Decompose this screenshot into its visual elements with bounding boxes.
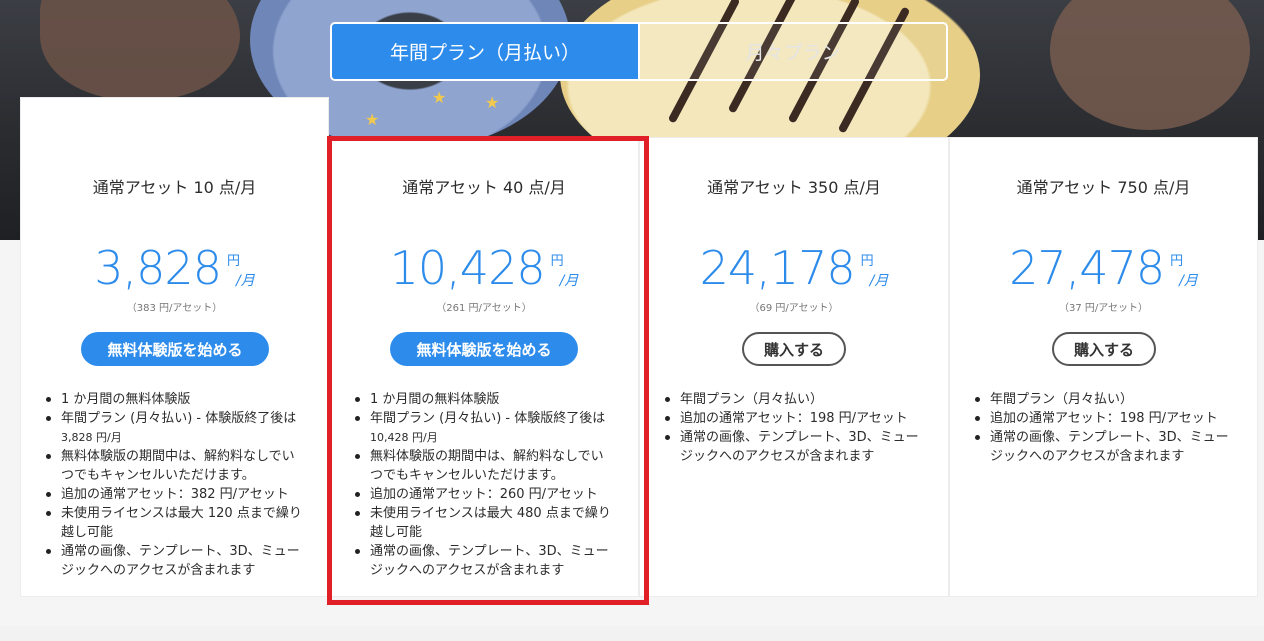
price-currency: 円 [550, 254, 564, 269]
price-currency: 円 [226, 254, 240, 269]
feature-list: 1 か月間の無料体験版 年間プラン (月々払い) - 体験版終了後は 3,828 … [41, 390, 311, 580]
price: 27,478 円 /月 [950, 240, 1257, 296]
plan-card: 通常アセット 350 点/月 24,178 円 /月 （69 円/アセット） 購… [639, 137, 949, 597]
price-amount: 3,828 [94, 241, 222, 295]
price: 10,428 円 /月 [330, 240, 638, 296]
list-item: 無料体験版の期間中は、解約料なしでい つでもキャンセルいただけます。 [41, 447, 311, 485]
price-period: /月 [1179, 273, 1198, 289]
price-amount: 24,178 [699, 241, 856, 295]
list-item: 通常の画像、テンプレート、3D、ミュー ジックへのアクセスが含まれます [660, 428, 930, 466]
hero-hand-left [40, 0, 240, 100]
plan-title: 通常アセット 350 点/月 [707, 178, 881, 197]
list-item: 無料体験版の期間中は、解約料なしでい つでもキャンセルいただけます。 [350, 447, 620, 485]
plan-card: 通常アセット 40 点/月 10,428 円 /月 （261 円/アセット） 無… [329, 137, 639, 597]
list-item: 未使用ライセンスは最大 120 点まで繰り 越し可能 [41, 504, 311, 542]
price-amount: 27,478 [1009, 241, 1165, 295]
start-free-trial-button[interactable]: 無料体験版を始める [81, 332, 269, 366]
buy-button[interactable]: 購入する [742, 332, 846, 366]
list-item: 未使用ライセンスは最大 480 点まで繰り 越し可能 [350, 504, 620, 542]
plan-cards: 通常アセット 10 点/月 3,828 円 /月 （383 円/アセット） 無料… [20, 97, 1258, 597]
price-currency: 円 [1170, 254, 1184, 269]
plan-title: 通常アセット 40 点/月 [402, 178, 566, 197]
plan-card: 通常アセット 10 点/月 3,828 円 /月 （383 円/アセット） 無料… [20, 97, 329, 597]
feature-list: 1 か月間の無料体験版 年間プラン (月々払い) - 体験版終了後は 10,428… [350, 390, 620, 580]
per-asset-price: （261 円/アセット） [436, 303, 532, 314]
page-bottom-strip [0, 626, 1264, 641]
price-period: /月 [559, 273, 579, 289]
list-item: 追加の通常アセット：198 円/アセット [970, 409, 1240, 428]
price-currency: 円 [860, 254, 874, 269]
per-asset-price: （37 円/アセット） [1058, 303, 1149, 314]
tab-annual-monthly-pay[interactable]: 年間プラン（月払い） [332, 24, 638, 79]
tab-monthly-plan[interactable]: 月々プラン [638, 24, 946, 79]
list-item: 通常の画像、テンプレート、3D、ミュー ジックへのアクセスが含まれます [41, 542, 311, 580]
list-item: 追加の通常アセット：382 円/アセット [41, 485, 311, 504]
list-item: 通常の画像、テンプレート、3D、ミュー ジックへのアクセスが含まれます [970, 428, 1240, 466]
price-period: /月 [236, 273, 255, 289]
list-item: 1 か月間の無料体験版 [350, 390, 620, 409]
list-item: 年間プラン (月々払い) - 体験版終了後は 3,828 円/月 [41, 409, 311, 447]
per-asset-price: （383 円/アセット） [126, 303, 223, 314]
list-item: 追加の通常アセット：260 円/アセット [350, 485, 620, 504]
plan-title: 通常アセット 10 点/月 [92, 178, 257, 197]
price: 3,828 円 /月 [21, 240, 328, 296]
list-item: 通常の画像、テンプレート、3D、ミュー ジックへのアクセスが含まれます [350, 542, 620, 580]
per-asset-price: （69 円/アセット） [749, 303, 839, 314]
list-item: 年間プラン (月々払い) - 体験版終了後は 10,428 円/月 [350, 409, 620, 447]
list-item: 1 か月間の無料体験版 [41, 390, 311, 409]
plan-toggle: 年間プラン（月払い） 月々プラン [330, 22, 948, 81]
feature-list: 年間プラン（月々払い） 追加の通常アセット：198 円/アセット 通常の画像、テ… [970, 390, 1240, 466]
price-period: /月 [869, 273, 889, 289]
plan-card: 通常アセット 750 点/月 27,478 円 /月 （37 円/アセット） 購… [949, 137, 1258, 597]
feature-list: 年間プラン（月々払い） 追加の通常アセット：198 円/アセット 通常の画像、テ… [660, 390, 930, 466]
buy-button[interactable]: 購入する [1052, 332, 1156, 366]
list-item: 年間プラン（月々払い） [970, 390, 1240, 409]
list-item: 追加の通常アセット：198 円/アセット [660, 409, 930, 428]
price: 24,178 円 /月 [640, 240, 948, 296]
plan-title: 通常アセット 750 点/月 [1016, 178, 1191, 197]
price-amount: 10,428 [389, 241, 546, 295]
list-item: 年間プラン（月々払い） [660, 390, 930, 409]
start-free-trial-button[interactable]: 無料体験版を始める [390, 332, 578, 366]
